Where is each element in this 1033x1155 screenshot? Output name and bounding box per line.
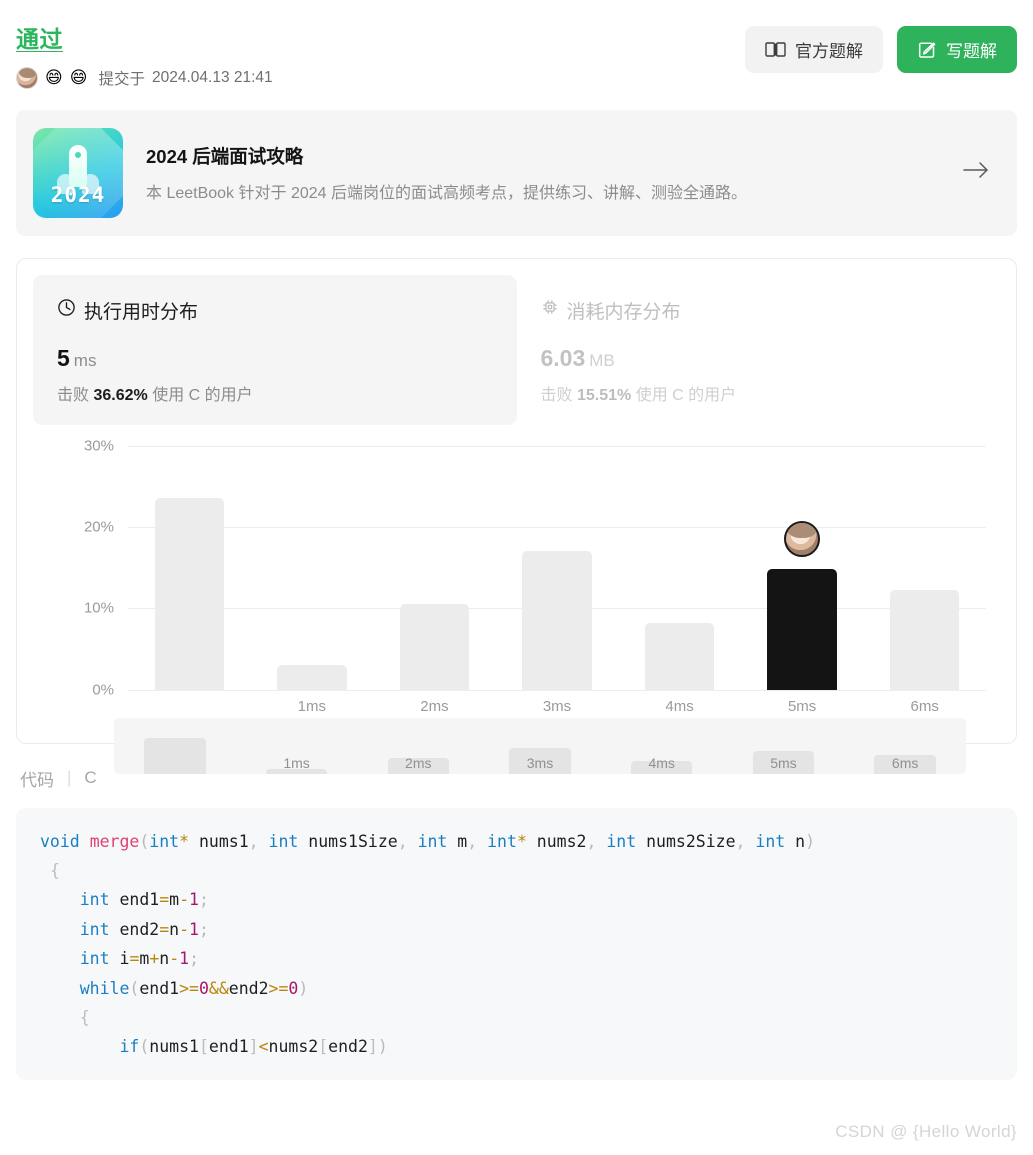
minimap-x-label: 2ms — [405, 754, 432, 771]
chart-x-axis-label: 2ms — [420, 697, 449, 715]
leetbook-banner[interactable]: 2024 2024 后端面试攻略 本 LeetBook 针对于 2024 后端岗… — [16, 109, 1017, 236]
chart-user-avatar-marker[interactable] — [784, 521, 821, 558]
runtime-beat-prefix: 击败 — [57, 386, 90, 404]
source-code: void merge(int* nums1, int nums1Size, in… — [40, 831, 816, 1057]
chart-bar[interactable] — [522, 551, 592, 690]
clock-icon — [57, 298, 76, 323]
minimap-x-label: 1ms — [283, 754, 310, 771]
runtime-distribution-chart: 0% 10% 20% 30% 1ms 2ms 3ms 4ms 5ms 6ms 1ms 2ms 3ms 4… — [33, 433, 1000, 774]
official-solution-button[interactable]: 官方题解 — [745, 26, 883, 73]
arrow-right-icon[interactable] — [963, 161, 995, 184]
leetbook-title: 2024 后端面试攻略 — [146, 145, 304, 167]
chart-y-axis-label: 20% — [83, 518, 114, 536]
book-icon — [765, 41, 786, 58]
memory-unit: MB — [589, 350, 615, 370]
runtime-stat-card[interactable]: 执行用时分布 5 ms 击败 36.62% 使用 C 的用户 — [33, 274, 517, 425]
runtime-beat-suffix: 使用 C 的用户 — [152, 386, 253, 404]
leetbook-text: 2024 后端面试攻略 本 LeetBook 针对于 2024 后端岗位的面试高… — [146, 143, 940, 203]
chart-x-axis-label: 3ms — [542, 697, 572, 715]
avatar[interactable] — [16, 66, 38, 89]
minimap-x-label: 3ms — [526, 754, 554, 771]
chart-minimap-brush[interactable]: 1ms 2ms 3ms 4ms 5ms 6ms — [114, 717, 966, 774]
memory-beat-row: 击败 15.51% 使用 C 的用户 — [541, 381, 977, 405]
memory-beat-prefix: 击败 — [540, 386, 573, 404]
minimap-x-label: 6ms — [891, 754, 919, 771]
runtime-stat-header: 执行用时分布 — [57, 297, 493, 324]
memory-value-row: 6.03 MB — [541, 345, 977, 372]
chart-bar[interactable] — [399, 604, 470, 690]
chart-bar[interactable] — [154, 498, 225, 690]
chart-x-axis-label: 4ms — [665, 697, 694, 715]
minimap-x-label: 4ms — [648, 754, 675, 771]
submission-result-page: 通过 😄 😄 提交于 2024.04.13 21:41 官方题解 写题解 202… — [0, 0, 1033, 1080]
chart-plot-area: 0% 10% 20% 30% 1ms 2ms 3ms 4ms 5ms 6ms — [84, 437, 986, 715]
chart-y-axis-label: 10% — [83, 599, 114, 617]
chart-y-axis-label: 0% — [92, 681, 114, 699]
chart-bar[interactable] — [277, 665, 347, 690]
leetbook-subtitle: 本 LeetBook 针对于 2024 后端岗位的面试高频考点，提供练习、讲解、… — [146, 184, 747, 202]
memory-stat-card[interactable]: 消耗内存分布 6.03 MB 击败 15.51% 使用 C 的用户 — [517, 275, 1001, 425]
watermark: CSDN @ {Hello World} — [835, 1122, 1017, 1141]
reaction-emoji-1[interactable]: 😄 — [45, 69, 63, 86]
edit-icon — [917, 40, 937, 60]
official-solution-label: 官方题解 — [795, 42, 863, 61]
chart-x-axis-label: 1ms — [297, 697, 327, 715]
result-header: 通过 😄 😄 提交于 2024.04.13 21:41 官方题解 写题解 — [16, 0, 1017, 89]
thumbnail-year-label: 2024 — [50, 182, 106, 207]
memory-value: 6.03 — [540, 344, 586, 371]
rocket-icon — [69, 144, 87, 187]
runtime-beat-row: 击败 36.62% 使用 C 的用户 — [57, 381, 493, 405]
reaction-emoji-2[interactable]: 😄 — [70, 69, 88, 86]
chart-gridline — [128, 689, 986, 691]
runtime-beat-percent: 36.62% — [93, 386, 148, 404]
stat-tabs: 执行用时分布 5 ms 击败 36.62% 使用 C 的用户 消耗内存分布 6.… — [33, 274, 1001, 425]
header-actions: 官方题解 写题解 — [745, 26, 1017, 73]
result-header-left: 通过 😄 😄 提交于 2024.04.13 21:41 — [16, 26, 273, 89]
chart-gridline — [128, 445, 986, 447]
minimap-bar — [144, 737, 206, 774]
chart-x-axis-label: 5ms — [787, 697, 817, 715]
submit-time-prefix: 提交于 — [98, 70, 145, 88]
code-block[interactable]: void merge(int* nums1, int nums1Size, in… — [16, 807, 1017, 1080]
minimap-x-label: 5ms — [770, 754, 797, 771]
code-separator: | — [67, 768, 72, 788]
code-label: 代码 — [20, 770, 54, 790]
submitter-info: 😄 😄 提交于 2024.04.13 21:41 — [16, 66, 273, 89]
chart-bar[interactable] — [889, 589, 960, 690]
runtime-value: 5 — [57, 344, 70, 371]
chart-y-axis-label: 30% — [83, 437, 114, 455]
memory-beat-percent: 15.51% — [576, 386, 632, 404]
chip-icon — [541, 298, 559, 322]
chart-x-axis-label: 6ms — [910, 697, 939, 715]
submit-timestamp: 2024.04.13 21:41 — [151, 68, 273, 86]
runtime-value-row: 5 ms — [57, 345, 493, 372]
chart-bar-highlighted[interactable] — [767, 569, 837, 690]
submission-status[interactable]: 通过 — [16, 26, 273, 54]
write-solution-label: 写题解 — [946, 42, 997, 61]
runtime-unit: ms — [73, 350, 97, 370]
chart-bar[interactable] — [644, 622, 715, 690]
memory-beat-suffix: 使用 C 的用户 — [635, 386, 737, 404]
runtime-stat-title: 执行用时分布 — [84, 301, 199, 323]
chart-gridline — [128, 526, 986, 528]
leetbook-thumbnail: 2024 — [33, 127, 123, 218]
analysis-card: 执行用时分布 5 ms 击败 36.62% 使用 C 的用户 消耗内存分布 6.… — [16, 257, 1017, 774]
memory-stat-title: 消耗内存分布 — [566, 301, 681, 323]
code-language[interactable]: C — [84, 768, 96, 788]
write-solution-button[interactable]: 写题解 — [897, 26, 1017, 73]
memory-stat-header: 消耗内存分布 — [541, 297, 977, 324]
